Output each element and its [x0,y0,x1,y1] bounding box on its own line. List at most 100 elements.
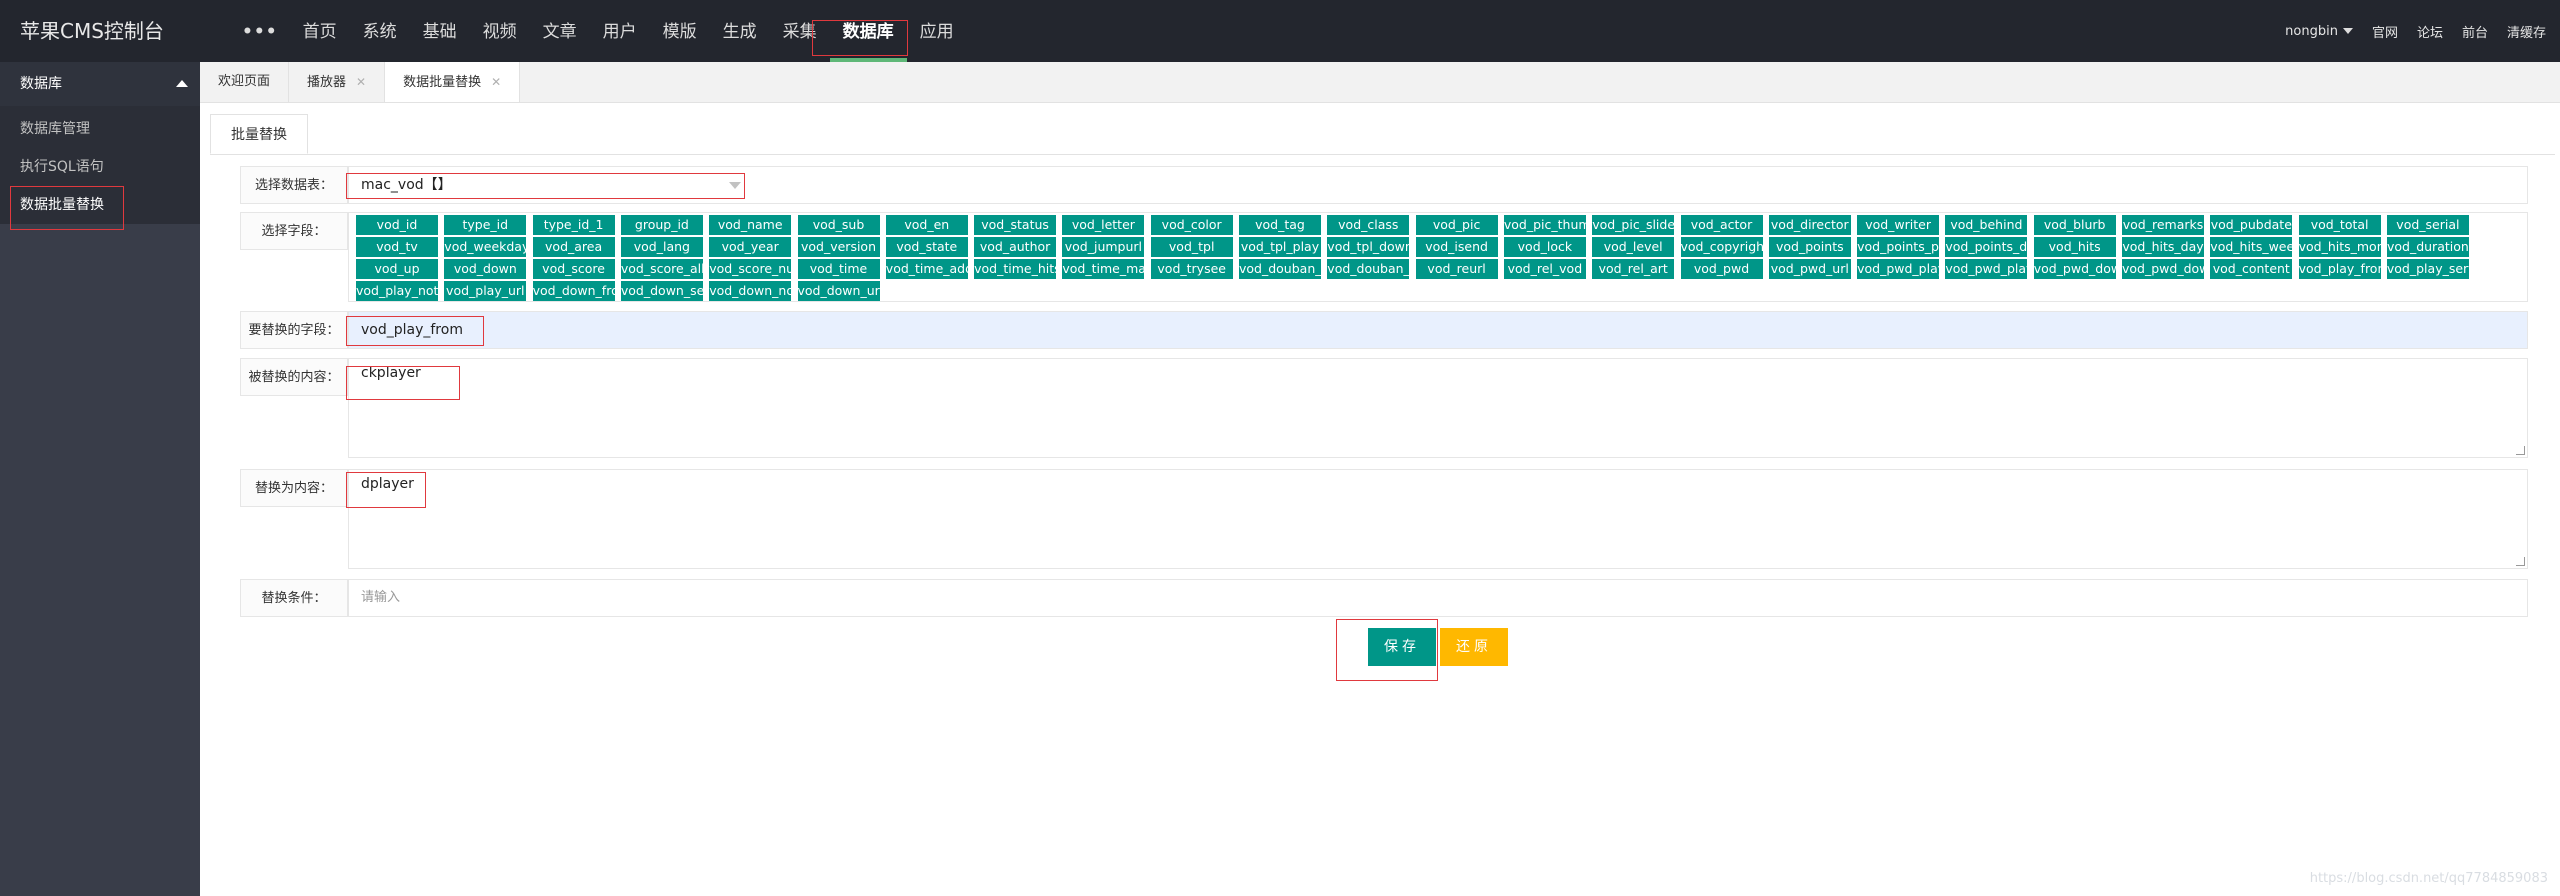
field-button-vod-director[interactable]: vod_director [1768,215,1851,235]
field-button-vod-pic[interactable]: vod_pic [1415,215,1498,235]
replace-content-textarea[interactable]: dplayer [348,469,2528,569]
field-button-vod-down-note[interactable]: vod_down_note [709,281,792,301]
field-button-vod-status[interactable]: vod_status [974,215,1057,235]
field-button-vod-color[interactable]: vod_color [1150,215,1233,235]
sidebar-item-db-manage[interactable]: 数据库管理 [0,110,200,148]
field-button-vod-letter[interactable]: vod_letter [1062,215,1145,235]
tab-batch-replace[interactable]: 数据批量替换 ✕ [385,62,521,102]
field-button-vod-duration[interactable]: vod_duration [2386,237,2469,257]
field-button-vod-play-url[interactable]: vod_play_url [444,281,527,301]
field-button-vod-reurl[interactable]: vod_reurl [1415,259,1498,279]
field-button-vod-down-url[interactable]: vod_down_url [797,281,880,301]
field-button-vod-douban-score[interactable]: vod_douban_score [1327,259,1410,279]
field-button-vod-douban-id[interactable]: vod_douban_id [1239,259,1321,279]
close-icon[interactable]: ✕ [356,75,366,89]
field-button-vod-author[interactable]: vod_author [974,237,1057,257]
field-button-vod-weekday[interactable]: vod_weekday [444,237,527,257]
field-button-vod-up[interactable]: vod_up [356,259,438,279]
field-button-vod-tpl-play[interactable]: vod_tpl_play [1239,237,1321,257]
field-button-vod-state[interactable]: vod_state [885,237,968,257]
field-button-vod-pic-thumb[interactable]: vod_pic_thumb [1503,215,1586,235]
field-button-vod-time-make[interactable]: vod_time_make [1062,259,1145,279]
sidebar-item-exec-sql[interactable]: 执行SQL语句 [0,148,200,186]
field-button-group-id[interactable]: group_id [620,215,703,235]
field-button-vod-points-down[interactable]: vod_points_down [1945,237,2028,257]
field-button-vod-version[interactable]: vod_version [797,237,880,257]
field-button-vod-hits-week[interactable]: vod_hits_week [2210,237,2293,257]
field-button-vod-score-num[interactable]: vod_score_num [709,259,792,279]
nav-video[interactable]: 视频 [470,0,530,62]
nav-article[interactable]: 文章 [530,0,590,62]
field-button-vod-hits-month[interactable]: vod_hits_month [2298,237,2381,257]
field-button-vod-tag[interactable]: vod_tag [1239,215,1321,235]
field-button-vod-serial[interactable]: vod_serial [2386,215,2469,235]
field-button-vod-time-add[interactable]: vod_time_add [885,259,968,279]
field-button-vod-total[interactable]: vod_total [2298,215,2381,235]
nav-collect[interactable]: 采集 [770,0,830,62]
field-button-vod-pwd-play[interactable]: vod_pwd_play [1857,259,1940,279]
field-button-vod-points[interactable]: vod_points [1768,237,1851,257]
field-button-vod-lang[interactable]: vod_lang [620,237,703,257]
field-button-vod-down-server[interactable]: vod_down_server [620,281,703,301]
field-button-vod-id[interactable]: vod_id [356,215,438,235]
save-button[interactable]: 保存 [1368,628,1436,666]
field-button-vod-pwd-url[interactable]: vod_pwd_url [1768,259,1851,279]
condition-input[interactable]: 请输入 [348,579,2528,617]
field-button-vod-play-from[interactable]: vod_play_from [2298,259,2381,279]
field-button-vod-play-note[interactable]: vod_play_note [356,281,438,301]
field-button-vod-trysee[interactable]: vod_trysee [1150,259,1233,279]
nav-apps[interactable]: 应用 [907,0,967,62]
field-button-vod-remarks[interactable]: vod_remarks [2122,215,2204,235]
replace-field-input[interactable]: vod_play_from [348,311,2528,349]
nav-system[interactable]: 系统 [350,0,410,62]
field-button-vod-tv[interactable]: vod_tv [356,237,438,257]
field-button-vod-rel-vod[interactable]: vod_rel_vod [1503,259,1586,279]
field-button-vod-name[interactable]: vod_name [709,215,792,235]
field-button-vod-pwd[interactable]: vod_pwd [1680,259,1763,279]
link-forum[interactable]: 论坛 [2417,22,2443,41]
field-button-vod-rel-art[interactable]: vod_rel_art [1592,259,1675,279]
field-button-vod-class[interactable]: vod_class [1327,215,1410,235]
more-icon[interactable]: ••• [230,0,290,62]
field-button-vod-area[interactable]: vod_area [532,237,615,257]
resize-handle-icon[interactable] [2516,557,2525,566]
field-button-vod-points-play[interactable]: vod_points_play [1857,237,1940,257]
field-button-vod-year[interactable]: vod_year [709,237,792,257]
field-button-vod-score-all[interactable]: vod_score_all [620,259,703,279]
field-button-vod-play-server[interactable]: vod_play_server [2386,259,2469,279]
field-button-vod-pwd-play-url[interactable]: vod_pwd_play_url [1945,259,2028,279]
field-button-vod-hits[interactable]: vod_hits [2033,237,2116,257]
user-menu[interactable]: nongbin [2285,24,2353,39]
field-button-vod-writer[interactable]: vod_writer [1857,215,1940,235]
nav-home[interactable]: 首页 [290,0,350,62]
field-button-vod-down-from[interactable]: vod_down_from [532,281,615,301]
tab-player[interactable]: 播放器 ✕ [289,62,386,102]
field-button-vod-copyright[interactable]: vod_copyright [1680,237,1763,257]
field-button-vod-behind[interactable]: vod_behind [1945,215,2028,235]
field-button-vod-content[interactable]: vod_content [2210,259,2293,279]
reset-button[interactable]: 还原 [1440,628,1508,666]
nav-user[interactable]: 用户 [590,0,650,62]
field-button-vod-pwd-down-url[interactable]: vod_pwd_down_url [2122,259,2204,279]
field-button-vod-hits-day[interactable]: vod_hits_day [2122,237,2204,257]
sidebar-item-batch-replace[interactable]: 数据批量替换 [0,186,200,224]
search-content-textarea[interactable]: ckplayer [348,358,2528,458]
nav-basic[interactable]: 基础 [410,0,470,62]
sidebar-group-database[interactable]: 数据库 [0,62,200,106]
field-button-vod-lock[interactable]: vod_lock [1503,237,1586,257]
field-button-vod-jumpurl[interactable]: vod_jumpurl [1062,237,1145,257]
field-button-type-id[interactable]: type_id [444,215,527,235]
link-frontend[interactable]: 前台 [2462,22,2488,41]
nav-template[interactable]: 模版 [650,0,710,62]
field-button-vod-pubdate[interactable]: vod_pubdate [2210,215,2293,235]
clear-cache-button[interactable]: 清缓存 [2507,22,2546,41]
close-icon[interactable]: ✕ [491,75,501,89]
table-select[interactable]: mac_vod【】 [348,166,2528,204]
field-button-type-id-1[interactable]: type_id_1 [532,215,615,235]
tab-welcome[interactable]: 欢迎页面 [200,62,290,102]
field-button-vod-isend[interactable]: vod_isend [1415,237,1498,257]
field-button-vod-pic-slide[interactable]: vod_pic_slide [1592,215,1675,235]
field-button-vod-tpl[interactable]: vod_tpl [1150,237,1233,257]
field-button-vod-time-hits[interactable]: vod_time_hits [974,259,1057,279]
field-button-vod-blurb[interactable]: vod_blurb [2033,215,2116,235]
